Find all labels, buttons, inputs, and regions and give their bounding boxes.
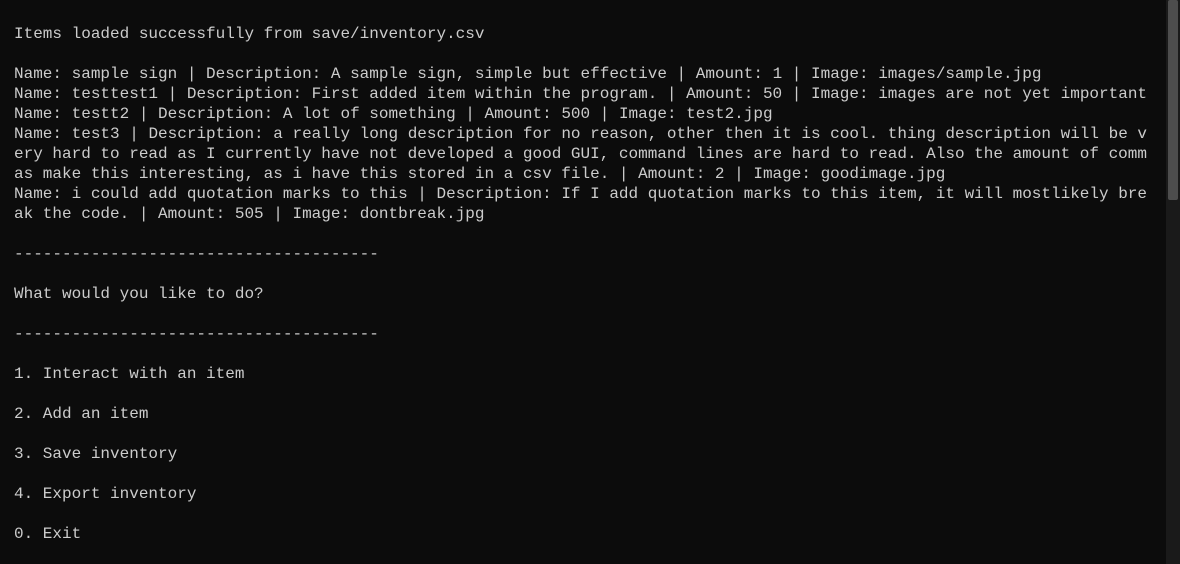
divider-top: -------------------------------------- <box>14 244 1152 264</box>
item-line: Name: testtest1 | Description: First add… <box>14 84 1152 104</box>
description-label: Description: <box>206 65 331 83</box>
image-value: images are not yet important <box>878 85 1147 103</box>
separator: | <box>177 65 206 83</box>
separator: | <box>782 85 811 103</box>
separator: | <box>782 65 811 83</box>
image-label: Image: <box>619 105 686 123</box>
amount-value: 500 <box>561 105 590 123</box>
menu-option-4: 4. Export inventory <box>14 484 1152 504</box>
description-label: Description: <box>148 125 273 143</box>
scrollbar-thumb[interactable] <box>1168 0 1178 200</box>
image-label: Image: <box>292 205 359 223</box>
separator: | <box>408 185 437 203</box>
image-value: goodimage.jpg <box>821 165 946 183</box>
amount-label: Amount: <box>638 165 715 183</box>
image-label: Image: <box>753 165 820 183</box>
amount-label: Amount: <box>686 85 763 103</box>
separator: | <box>129 105 158 123</box>
name-label: Name: <box>14 105 72 123</box>
amount-value: 50 <box>763 85 782 103</box>
image-label: Image: <box>811 65 878 83</box>
description-value: A lot of something <box>283 105 456 123</box>
name-value: i could add quotation marks to this <box>72 185 408 203</box>
amount-label: Amount: <box>158 205 235 223</box>
separator: | <box>264 205 293 223</box>
separator: | <box>456 105 485 123</box>
description-label: Description: <box>436 185 561 203</box>
item-line: Name: testt2 | Description: A lot of som… <box>14 104 1152 124</box>
item-line: Name: sample sign | Description: A sampl… <box>14 64 1152 84</box>
separator: | <box>725 165 754 183</box>
menu-option-0: 0. Exit <box>14 524 1152 544</box>
item-line: Name: i could add quotation marks to thi… <box>14 184 1152 224</box>
scrollbar-track[interactable] <box>1166 0 1180 564</box>
image-value: dontbreak.jpg <box>360 205 485 223</box>
image-label: Image: <box>811 85 878 103</box>
name-value: test3 <box>72 125 120 143</box>
amount-value: 505 <box>235 205 264 223</box>
name-label: Name: <box>14 65 72 83</box>
separator: | <box>129 205 158 223</box>
amount-label: Amount: <box>696 65 773 83</box>
description-value: A sample sign, simple but effective <box>331 65 667 83</box>
amount-label: Amount: <box>485 105 562 123</box>
separator: | <box>158 85 187 103</box>
name-label: Name: <box>14 85 72 103</box>
image-value: test2.jpg <box>686 105 772 123</box>
menu-option-3: 3. Save inventory <box>14 444 1152 464</box>
separator: | <box>657 85 686 103</box>
name-value: testtest1 <box>72 85 158 103</box>
separator: | <box>667 65 696 83</box>
separator: | <box>120 125 149 143</box>
separator: | <box>590 105 619 123</box>
menu-option-1: 1. Interact with an item <box>14 364 1152 384</box>
item-line: Name: test3 | Description: a really long… <box>14 124 1152 184</box>
name-value: sample sign <box>72 65 178 83</box>
name-label: Name: <box>14 125 72 143</box>
terminal-output[interactable]: Items loaded successfully from save/inve… <box>0 0 1152 564</box>
separator: | <box>609 165 638 183</box>
description-value: First added item within the program. <box>312 85 658 103</box>
name-value: testt2 <box>72 105 130 123</box>
amount-value: 2 <box>715 165 725 183</box>
divider-bottom: -------------------------------------- <box>14 324 1152 344</box>
load-message: Items loaded successfully from save/inve… <box>14 24 1152 44</box>
description-label: Description: <box>187 85 312 103</box>
image-value: images/sample.jpg <box>878 65 1041 83</box>
menu-option-2: 2. Add an item <box>14 404 1152 424</box>
menu-prompt: What would you like to do? <box>14 284 1152 304</box>
name-label: Name: <box>14 185 72 203</box>
description-label: Description: <box>158 105 283 123</box>
amount-value: 1 <box>773 65 783 83</box>
